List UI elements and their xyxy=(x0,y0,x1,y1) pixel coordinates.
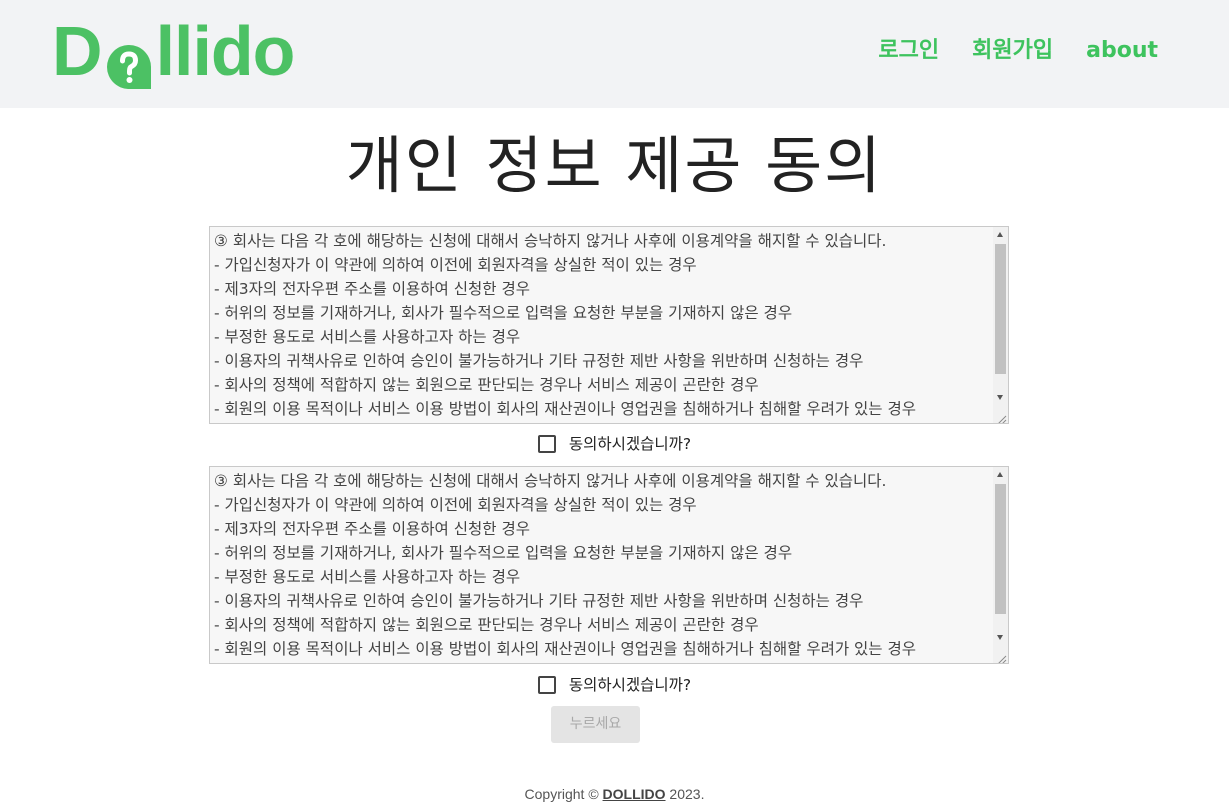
footer-brand-link[interactable]: DOLLIDO xyxy=(603,786,666,802)
scroll-down-arrow-icon[interactable] xyxy=(997,635,1003,640)
terms-line: - 부정한 용도로 서비스를 사용하고자 하는 경우 xyxy=(214,568,521,586)
terms-line: - 제3자의 전자우편 주소를 이용하여 신청한 경우 xyxy=(214,520,530,538)
terms-line: - 이용자의 귀책사유로 인하여 승인이 불가능하거나 기타 규정한 제반 사항… xyxy=(214,592,864,610)
terms-textarea-1[interactable]: ③ 회사는 다음 각 호에 해당하는 신청에 대해서 승낙하지 않거나 사후에 … xyxy=(209,226,1009,424)
scrollbar-thumb[interactable] xyxy=(995,244,1006,374)
agree-checkbox-1[interactable] xyxy=(537,435,556,453)
nav-login-link[interactable]: 로그인 xyxy=(878,36,939,66)
main-nav: 로그인 회원가입 about xyxy=(878,36,1158,66)
site-header: D llido 로그인 회원가입 about xyxy=(0,0,1229,108)
resize-grip-icon[interactable] xyxy=(995,410,1007,423)
nav-signup-link[interactable]: 회원가입 xyxy=(972,36,1053,66)
terms-line: - 허위의 정보를 기재하거나, 회사가 필수적으로 입력을 요청한 부분을 기… xyxy=(214,304,793,322)
terms-scrollbar-2[interactable] xyxy=(993,467,1008,663)
scroll-down-arrow-icon[interactable] xyxy=(997,395,1003,400)
copyright-prefix: Copyright © xyxy=(524,786,599,802)
submit-button[interactable]: 누르세요 xyxy=(551,706,640,743)
agree-row-1: 동의하시겠습니까? xyxy=(0,434,1229,454)
agree-row-2: 동의하시겠습니까? xyxy=(0,675,1229,695)
terms-line: - 제3자의 전자우편 주소를 이용하여 신청한 경우 xyxy=(214,280,530,298)
terms-line: - 허위의 정보를 기재하거나, 회사가 필수적으로 입력을 요청한 부분을 기… xyxy=(214,544,793,562)
agree-checkbox-2[interactable] xyxy=(537,676,556,694)
logo-prefix: D xyxy=(52,12,103,90)
footer: Copyright © DOLLIDO 2023. xyxy=(0,785,1229,803)
terms-line: - 회사의 정책에 적합하지 않는 회원으로 판단되는 경우나 서비스 제공이 … xyxy=(214,376,759,394)
terms-line: - 회원의 이용 목적이나 서비스 이용 방법이 회사의 재산권이나 영업권을 … xyxy=(214,400,917,418)
logo-suffix: llido xyxy=(155,12,296,90)
terms-line: - 부정한 용도로 서비스를 사용하고자 하는 경우 xyxy=(214,328,521,346)
terms-line: ③ 회사는 다음 각 호에 해당하는 신청에 대해서 승낙하지 않거나 사후에 … xyxy=(214,232,887,250)
agree-label-1: 동의하시겠습니까? xyxy=(568,435,692,453)
terms-line: ③ 회사는 다음 각 호에 해당하는 신청에 대해서 승낙하지 않거나 사후에 … xyxy=(214,472,887,490)
scroll-up-arrow-icon[interactable] xyxy=(997,472,1003,477)
page-title: 개인 정보 제공 동의 xyxy=(345,129,884,202)
dollido-logo[interactable]: D llido xyxy=(52,12,296,90)
copyright-year: 2023. xyxy=(669,786,705,802)
terms-line: - 회원의 이용 목적이나 서비스 이용 방법이 회사의 재산권이나 영업권을 … xyxy=(214,640,917,658)
nav-about-link[interactable]: about xyxy=(1086,36,1158,66)
terms-line: - 이용자의 귀책사유로 인하여 승인이 불가능하거나 기타 규정한 제반 사항… xyxy=(214,352,864,370)
resize-grip-icon[interactable] xyxy=(995,650,1007,663)
terms-line: - 가입신청자가 이 약관에 의하여 이전에 회원자격을 상실한 적이 있는 경… xyxy=(214,256,697,274)
terms-scrollbar-1[interactable] xyxy=(993,227,1008,423)
terms-line: - 가입신청자가 이 약관에 의하여 이전에 회원자격을 상실한 적이 있는 경… xyxy=(214,496,697,514)
terms-text-2: ③ 회사는 다음 각 호에 해당하는 신청에 대해서 승낙하지 않거나 사후에 … xyxy=(214,469,992,661)
terms-textarea-2[interactable]: ③ 회사는 다음 각 호에 해당하는 신청에 대해서 승낙하지 않거나 사후에 … xyxy=(209,466,1009,664)
agree-label-2: 동의하시겠습니까? xyxy=(568,676,692,694)
terms-text-1: ③ 회사는 다음 각 호에 해당하는 신청에 대해서 승낙하지 않거나 사후에 … xyxy=(214,229,992,421)
speech-bubble-question-icon xyxy=(105,32,153,89)
scrollbar-thumb[interactable] xyxy=(995,484,1006,614)
terms-line: - 회사의 정책에 적합하지 않는 회원으로 판단되는 경우나 서비스 제공이 … xyxy=(214,616,759,634)
scroll-up-arrow-icon[interactable] xyxy=(997,232,1003,237)
